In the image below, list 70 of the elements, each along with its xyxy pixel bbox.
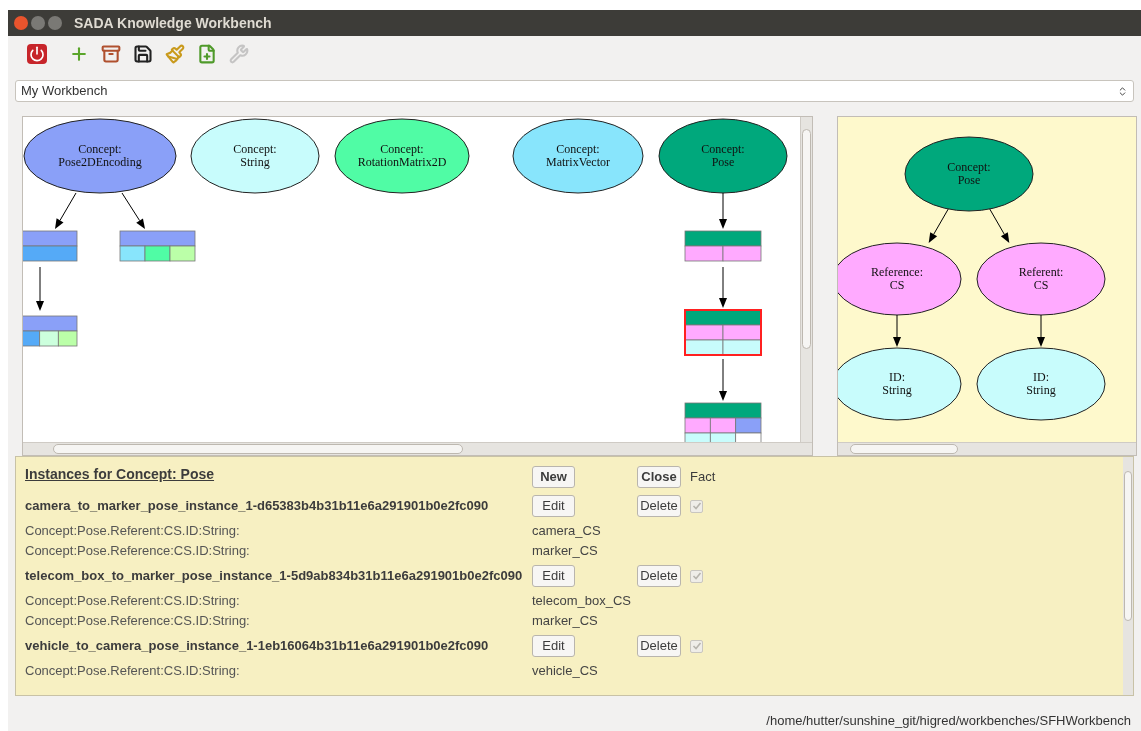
wrench-icon [229, 44, 249, 64]
horizontal-scrollbar[interactable] [23, 442, 812, 455]
record-node[interactable] [684, 309, 762, 356]
maximize-button[interactable] [48, 16, 62, 30]
fact-checkbox[interactable] [690, 499, 703, 513]
arrow [1037, 314, 1045, 347]
vertical-scrollbar[interactable] [1123, 457, 1133, 695]
status-path: /home/hutter/sunshine_git/higred/workbenches/SFHWorkbench [766, 711, 1131, 730]
instance-name: telecom_box_to_marker_pose_instance_1-5d9ab834b31b11e6a291901b0e2fc090 [25, 567, 524, 585]
minimize-button[interactable] [31, 16, 45, 30]
window-title: SADA Knowledge Workbench [74, 13, 272, 33]
arrow [36, 266, 44, 311]
concept-node[interactable]: ID: String [976, 347, 1106, 421]
arrow [719, 266, 727, 308]
record-node[interactable] [119, 230, 196, 262]
edit-button[interactable]: Edit [532, 565, 575, 587]
concept-node[interactable]: Concept: String [190, 118, 320, 194]
fact-checkbox[interactable] [690, 569, 703, 583]
edit-button[interactable]: Edit [532, 635, 575, 657]
delete-button[interactable]: Delete [637, 635, 681, 657]
panel-heading: Instances for Concept: Pose [25, 465, 216, 484]
instance-name: vehicle_to_camera_pose_instance_1-1eb16064b31b11e6a291901b0e2fc090 [25, 637, 490, 655]
field-label: Concept:Pose.Referent:CS.ID:String: [25, 592, 241, 610]
record-node[interactable] [23, 315, 78, 347]
close-panel-button[interactable]: Close [637, 466, 681, 488]
field-value: vehicle_CS [532, 662, 599, 680]
arrow [55, 192, 77, 229]
field-label: Concept:Pose.Referent:CS.ID:String: [25, 522, 241, 540]
broom-icon [165, 44, 185, 64]
plus-icon [69, 44, 89, 64]
field-value: camera_CS [532, 522, 602, 540]
arrow [121, 192, 145, 229]
drawer-icon [101, 44, 121, 64]
vertical-scrollbar[interactable] [800, 117, 812, 442]
field-value: telecom_box_CS [532, 592, 632, 610]
concept-node[interactable]: ID: String [838, 347, 962, 421]
concept-node[interactable]: Concept: Pose2DEncoding [23, 118, 177, 194]
concept-node[interactable]: Reference: CS [838, 242, 962, 316]
concept-node[interactable]: Referent: CS [976, 242, 1106, 316]
field-label: Concept:Pose.Reference:CS.ID:String: [25, 542, 251, 560]
arrow [928, 207, 950, 243]
fact-checkbox[interactable] [690, 639, 703, 653]
concept-node[interactable]: Concept: RotationMatrix2D [334, 118, 470, 194]
delete-button[interactable]: Delete [637, 495, 681, 517]
delete-button[interactable]: Delete [637, 565, 681, 587]
workbench-select[interactable]: My Workbench [15, 80, 1134, 102]
chevron-icon [1117, 85, 1128, 97]
arrow [988, 207, 1010, 243]
fact-label: Fact [690, 468, 717, 487]
arrow [719, 192, 727, 229]
record-node[interactable] [23, 230, 78, 262]
record-node[interactable] [684, 230, 762, 262]
power-icon [27, 44, 47, 64]
concept-node[interactable]: Concept: Pose [904, 136, 1034, 212]
horizontal-scrollbar[interactable] [838, 442, 1136, 455]
concept-node[interactable]: Concept: MatrixVector [512, 118, 644, 194]
floppy-icon [133, 44, 153, 64]
field-label: Concept:Pose.Referent:CS.ID:String: [25, 662, 241, 680]
field-label: Concept:Pose.Reference:CS.ID:String: [25, 612, 251, 630]
file-plus-icon [197, 44, 217, 64]
arrow [893, 314, 901, 347]
concept-node[interactable]: Concept: Pose [658, 118, 788, 194]
arrow [719, 358, 727, 401]
record-node[interactable] [684, 402, 762, 442]
close-button[interactable] [14, 16, 28, 30]
edit-button[interactable]: Edit [532, 495, 575, 517]
field-value: marker_CS [532, 612, 599, 630]
instance-name: camera_to_marker_pose_instance_1-d65383b4b31b11e6a291901b0e2fc090 [25, 497, 490, 515]
new-button[interactable]: New [532, 466, 575, 488]
field-value: marker_CS [532, 542, 599, 560]
